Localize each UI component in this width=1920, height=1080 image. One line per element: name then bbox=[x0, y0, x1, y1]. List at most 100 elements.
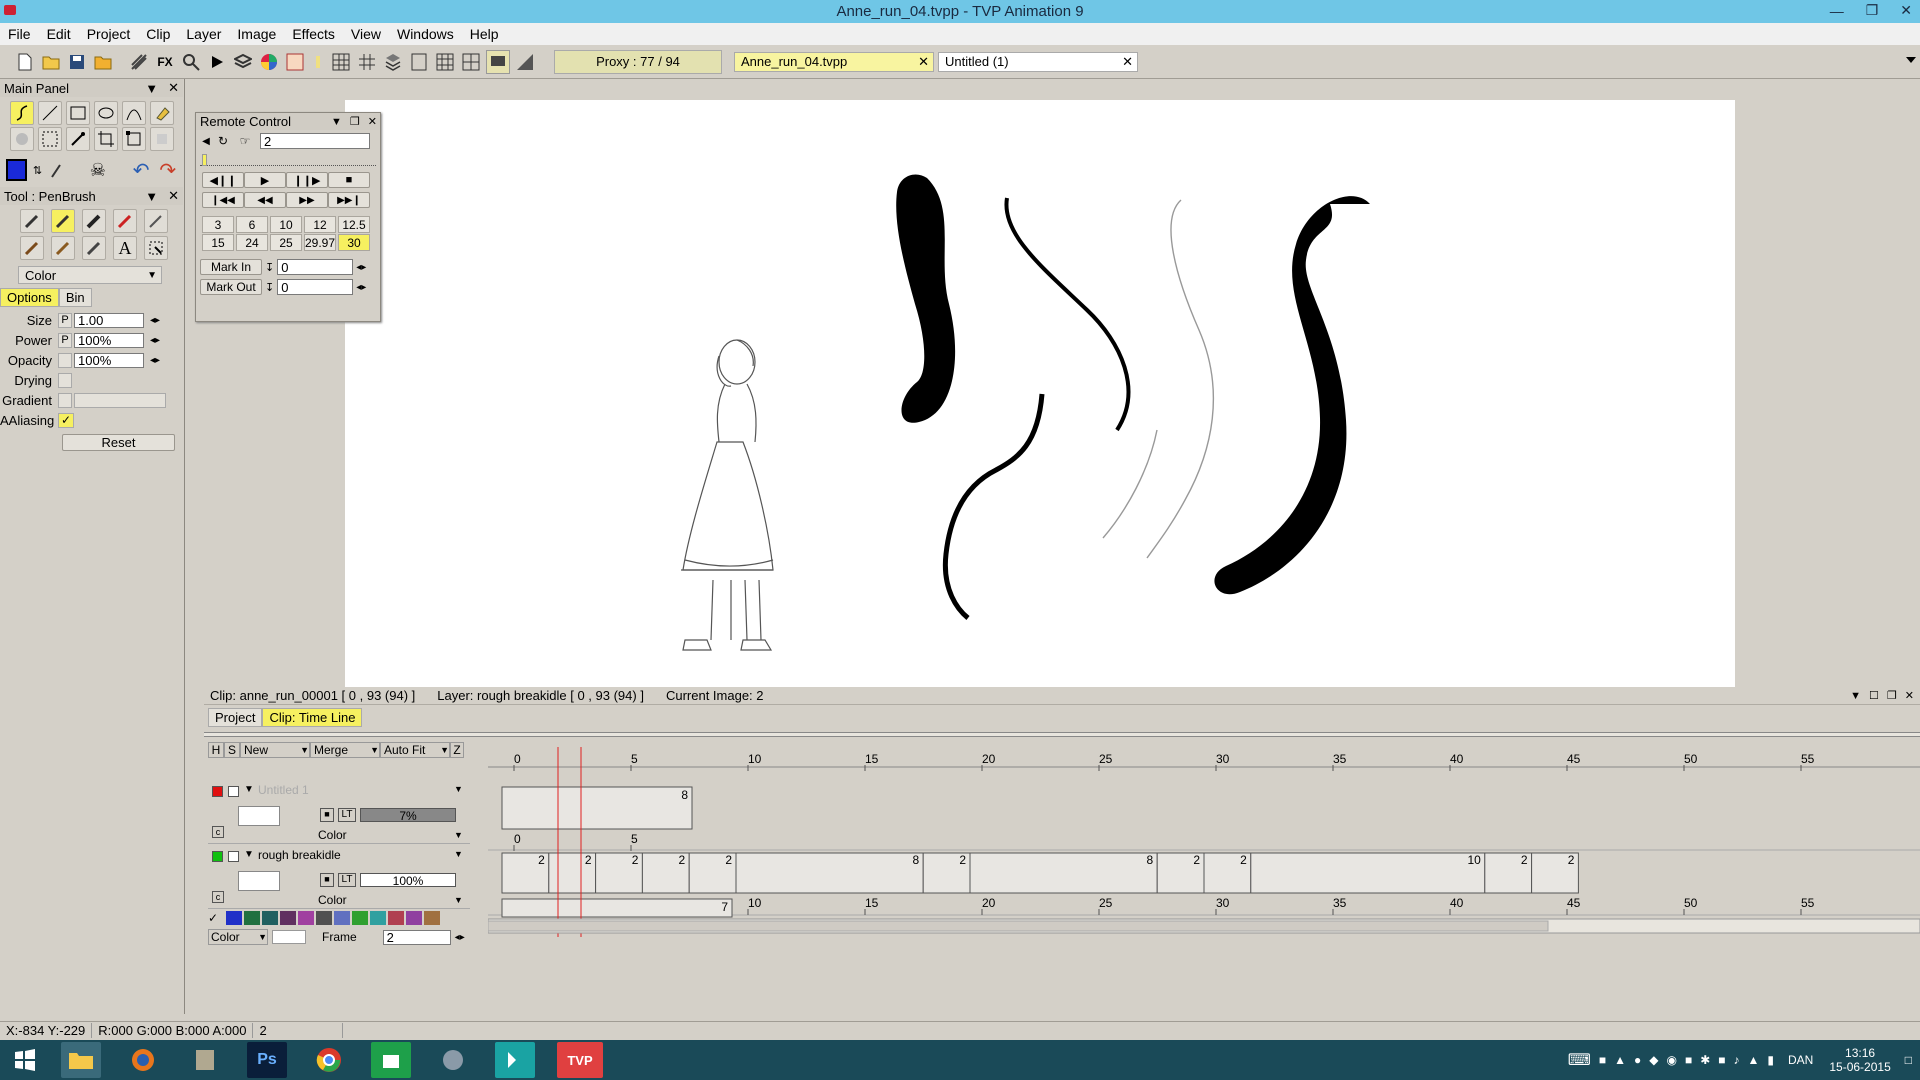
blend-mode[interactable]: Color bbox=[318, 893, 347, 907]
mark-in-field[interactable]: 0 bbox=[277, 259, 354, 275]
oil-brush-icon[interactable] bbox=[20, 236, 44, 260]
frame-input[interactable]: 2 bbox=[260, 133, 370, 149]
skull-icon[interactable]: ☠ bbox=[85, 159, 111, 181]
palette-swatch[interactable] bbox=[406, 911, 422, 925]
redo-icon[interactable]: ↷ bbox=[157, 159, 178, 182]
fps-button[interactable]: 25 bbox=[270, 234, 302, 251]
stack-icon[interactable] bbox=[382, 50, 404, 74]
photoshop-icon[interactable]: Ps bbox=[247, 1042, 287, 1078]
layer-link-icon[interactable]: c bbox=[212, 826, 224, 838]
layer-color-green[interactable] bbox=[212, 851, 223, 862]
selection-tool-icon[interactable] bbox=[38, 127, 62, 151]
layer-expand-icon[interactable]: ▼ bbox=[244, 849, 254, 860]
palette-swatch[interactable] bbox=[262, 911, 278, 925]
fps-button[interactable]: 29.97 bbox=[304, 234, 336, 251]
file-explorer-icon[interactable] bbox=[61, 1042, 101, 1078]
menu-help[interactable]: Help bbox=[462, 23, 507, 45]
fps-button[interactable]: 10 bbox=[270, 216, 302, 233]
panel-menu-icon[interactable]: ▼ bbox=[1850, 690, 1861, 702]
crop-tool-icon[interactable] bbox=[94, 127, 118, 151]
mark-in-arrow-icon[interactable]: ↧ bbox=[265, 261, 274, 274]
palette-swatch[interactable] bbox=[352, 911, 368, 925]
fps-button[interactable]: 24 bbox=[236, 234, 268, 251]
custom-brush-icon[interactable] bbox=[144, 236, 168, 260]
fine-brush-icon[interactable] bbox=[144, 209, 168, 233]
palette-swatch[interactable] bbox=[388, 911, 404, 925]
save-icon[interactable] bbox=[66, 50, 88, 74]
reset-button[interactable]: Reset bbox=[62, 434, 175, 451]
remote-slider-handle[interactable] bbox=[202, 154, 207, 166]
palette-swatch[interactable] bbox=[424, 911, 440, 925]
option-flag[interactable]: P bbox=[58, 312, 72, 328]
palette-swatch[interactable] bbox=[316, 911, 332, 925]
remote-slider[interactable] bbox=[200, 154, 376, 166]
transform-tool-icon[interactable] bbox=[122, 127, 146, 151]
loop-icon[interactable]: ↻ bbox=[216, 134, 230, 148]
panel-float-icon[interactable]: ❐ bbox=[1887, 689, 1897, 702]
opacity-field[interactable]: 100% bbox=[74, 352, 144, 368]
panel-menu-icon[interactable]: ▼ bbox=[145, 189, 158, 204]
palette-check-icon[interactable]: ✓ bbox=[208, 911, 224, 925]
lt-toggle[interactable]: LT bbox=[338, 808, 356, 822]
undo-icon[interactable]: ↶ bbox=[131, 159, 152, 182]
network-icon[interactable]: ▲ bbox=[1748, 1053, 1760, 1067]
layer-expand-icon[interactable]: ▼ bbox=[244, 784, 254, 795]
warp-tool-icon[interactable] bbox=[10, 127, 34, 151]
pencil-brush-icon[interactable] bbox=[20, 209, 44, 233]
panel-maximize-icon[interactable]: ☐ bbox=[1869, 689, 1879, 702]
merge-dropdown[interactable]: Merge ▼ bbox=[310, 742, 380, 758]
fill-tool-icon[interactable] bbox=[150, 101, 174, 125]
lock-icon[interactable]: ■ bbox=[320, 808, 334, 822]
play-button[interactable]: ▶ bbox=[244, 172, 286, 188]
gradient-checkbox[interactable] bbox=[58, 392, 72, 408]
panel-menu-icon[interactable]: ▼ bbox=[331, 116, 342, 128]
layer-row-untitled[interactable]: ▼ Untitled 1 ▼ ■ LT 7% c Color ▼ bbox=[208, 782, 470, 844]
layer-name[interactable]: Untitled 1 bbox=[258, 783, 309, 797]
chevron-down-icon[interactable]: ▼ bbox=[454, 830, 463, 840]
play-icon[interactable] bbox=[206, 50, 228, 74]
last-frame-button[interactable]: ▶▶❙ bbox=[328, 192, 370, 208]
swap-colors-icon[interactable]: ⇅ bbox=[33, 164, 42, 177]
palette-swatch[interactable] bbox=[244, 911, 260, 925]
rectangle-tool-icon[interactable] bbox=[66, 101, 90, 125]
firefox-icon[interactable] bbox=[123, 1042, 163, 1078]
panel-close-icon[interactable]: ✕ bbox=[1905, 689, 1914, 702]
header-s[interactable]: S bbox=[224, 742, 240, 758]
exposure-block[interactable] bbox=[1250, 852, 1486, 894]
option-arrows-icon[interactable]: ◂▸ bbox=[150, 355, 160, 366]
new-dropdown[interactable]: New ▼ bbox=[240, 742, 310, 758]
mark-out-arrow-icon[interactable]: ↧ bbox=[265, 281, 274, 294]
red-brush-icon[interactable] bbox=[113, 209, 137, 233]
exposure-block[interactable] bbox=[735, 852, 924, 894]
open-folder-icon[interactable] bbox=[40, 50, 62, 74]
close-button[interactable]: ✕ bbox=[1900, 2, 1912, 19]
layer-menu-icon[interactable]: ▼ bbox=[454, 849, 463, 859]
sound-icon[interactable]: ◀ bbox=[199, 134, 213, 148]
layer-solo-checkbox[interactable] bbox=[228, 851, 239, 862]
primary-color-swatch[interactable] bbox=[6, 159, 27, 181]
chrome-icon[interactable] bbox=[309, 1042, 349, 1078]
fps-button[interactable]: 12.5 bbox=[338, 216, 370, 233]
new-file-icon[interactable] bbox=[14, 50, 36, 74]
view-grid-icon[interactable] bbox=[434, 50, 456, 74]
fast-forward-button[interactable]: ▶▶ bbox=[286, 192, 328, 208]
color-dropdown[interactable]: Color ▼ bbox=[208, 929, 268, 945]
panel-menu-icon[interactable]: ▼ bbox=[145, 81, 158, 96]
fx-icon[interactable]: FX bbox=[154, 50, 176, 74]
menu-file[interactable]: File bbox=[0, 23, 39, 45]
tray-icon[interactable]: ▲ bbox=[1614, 1053, 1626, 1067]
clock-date[interactable]: 15-06-2015 bbox=[1829, 1060, 1890, 1074]
menu-clip[interactable]: Clip bbox=[138, 23, 178, 45]
tray-icon[interactable]: ◉ bbox=[1666, 1053, 1676, 1067]
tab-anne-run[interactable]: Anne_run_04.tvpp ✕ bbox=[734, 51, 934, 72]
battery-icon[interactable]: ▮ bbox=[1767, 1053, 1774, 1067]
minimize-button[interactable]: — bbox=[1830, 3, 1844, 19]
export-folder-icon[interactable] bbox=[92, 50, 114, 74]
tab-clip-timeline[interactable]: Clip: Time Line bbox=[262, 707, 363, 727]
menu-windows[interactable]: Windows bbox=[389, 23, 462, 45]
stop-button[interactable]: ■ bbox=[328, 172, 370, 188]
frame-field[interactable]: 2 bbox=[382, 929, 451, 945]
notification-icon[interactable]: □ bbox=[1905, 1053, 1912, 1067]
windows-start-icon[interactable] bbox=[0, 1040, 50, 1080]
mark-out-stepper-icon[interactable]: ◂▸ bbox=[356, 282, 366, 293]
